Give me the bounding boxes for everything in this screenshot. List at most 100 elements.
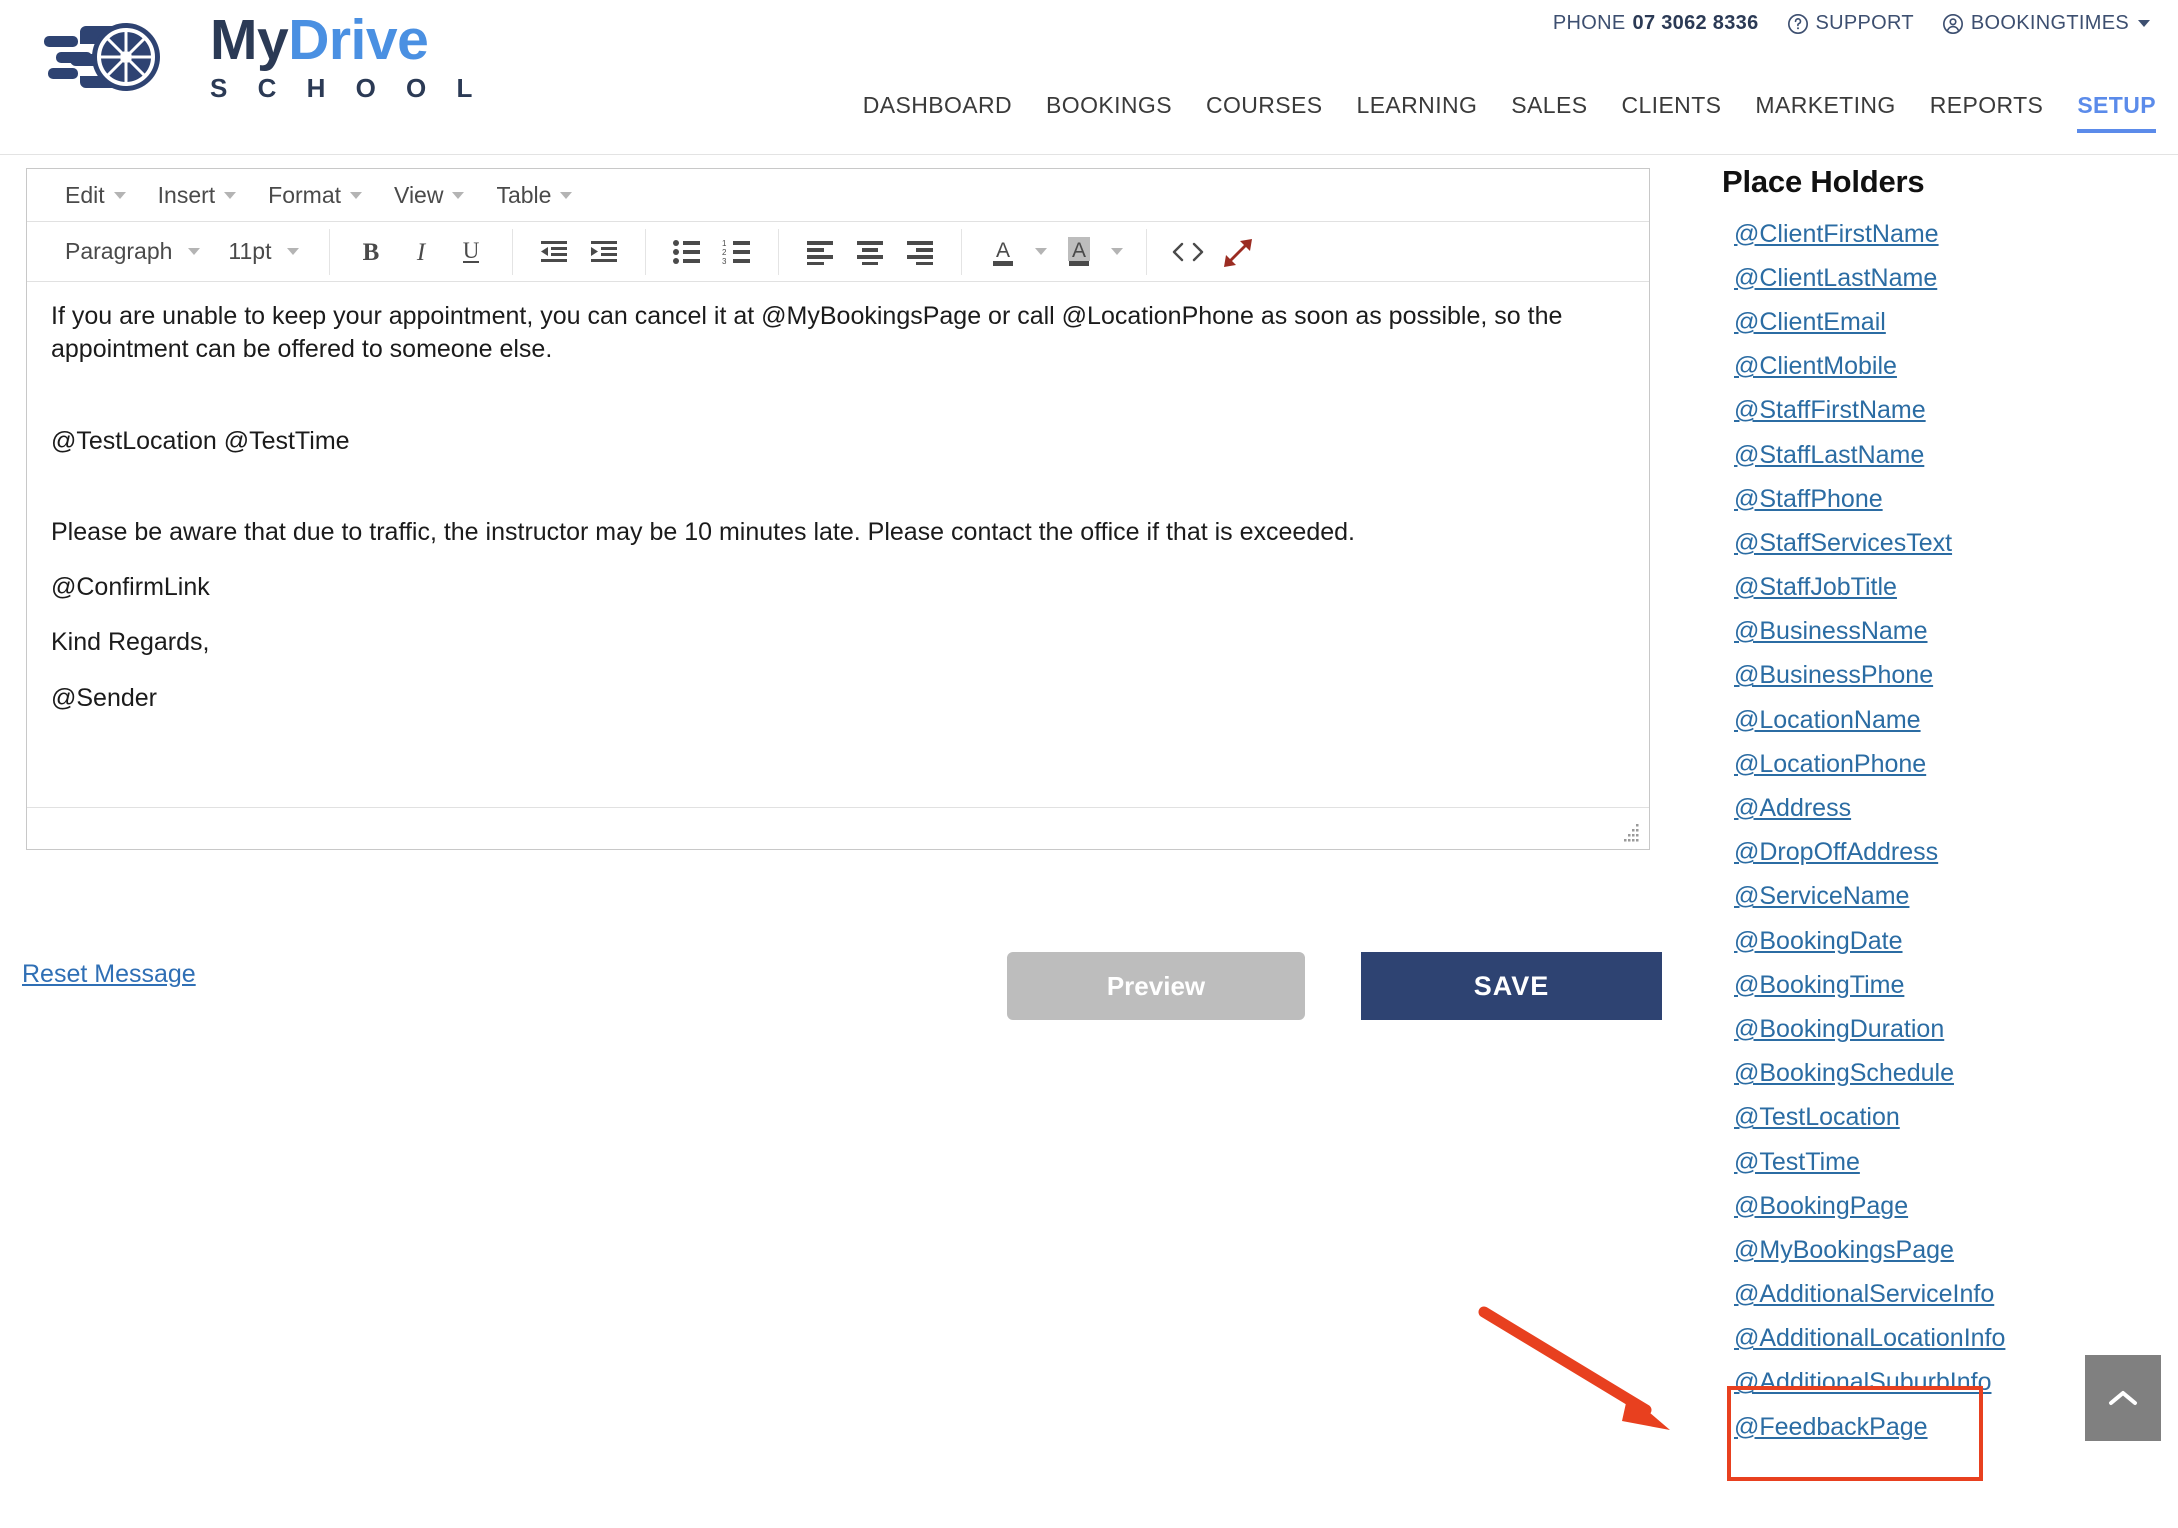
save-button[interactable]: SAVE xyxy=(1361,952,1662,1020)
underline-icon: U xyxy=(463,238,480,263)
svg-text:2: 2 xyxy=(722,248,727,257)
menu-edit[interactable]: Edit xyxy=(49,175,142,215)
menu-format-label: Format xyxy=(268,181,342,208)
bullet-list-button[interactable] xyxy=(662,229,712,275)
support-link[interactable]: SUPPORT xyxy=(1787,12,1914,35)
block-format-select[interactable]: Paragraph xyxy=(51,230,214,274)
menu-edit-label: Edit xyxy=(65,181,105,208)
phone-label: PHONE xyxy=(1552,12,1626,34)
placeholder-item[interactable]: @StaffJobTitle xyxy=(1722,566,2172,610)
editor-blank-line xyxy=(51,549,1625,571)
format-selects-group: Paragraph 11pt xyxy=(41,229,323,275)
align-right-button[interactable] xyxy=(895,229,945,275)
placeholder-item[interactable]: @TestTime xyxy=(1722,1140,2172,1184)
align-right-icon xyxy=(907,240,934,265)
fullscreen-button[interactable] xyxy=(1213,229,1263,275)
logo-title: MyDrive xyxy=(210,11,484,69)
placeholder-item[interactable]: @LocationName xyxy=(1722,698,2172,742)
chevron-down-icon xyxy=(1111,248,1124,255)
nav-item-bookings[interactable]: BOOKINGS xyxy=(1046,92,1172,133)
font-size-value: 11pt xyxy=(228,238,272,264)
outdent-icon xyxy=(541,240,568,262)
placeholder-item[interactable]: @BusinessPhone xyxy=(1722,654,2172,698)
align-left-button[interactable] xyxy=(795,229,845,275)
italic-button[interactable]: I xyxy=(396,229,446,275)
chevron-down-icon xyxy=(224,191,237,199)
nav-item-learning[interactable]: LEARNING xyxy=(1357,92,1478,133)
align-center-button[interactable] xyxy=(845,229,895,275)
account-label: BOOKINGTIMES xyxy=(1970,12,2129,34)
block-format-value: Paragraph xyxy=(65,238,173,264)
editor-blank-line xyxy=(51,367,1625,425)
placeholder-item[interactable]: @BookingDate xyxy=(1722,919,2172,963)
nav-item-clients[interactable]: CLIENTS xyxy=(1621,92,1721,133)
source-code-button[interactable] xyxy=(1163,229,1213,275)
red-arrow-icon xyxy=(1478,1306,1670,1430)
placeholder-item[interactable]: @TestLocation xyxy=(1722,1096,2172,1140)
nav-item-dashboard[interactable]: DASHBOARD xyxy=(863,92,1012,133)
background-color-dropdown[interactable] xyxy=(1104,229,1130,275)
account-menu[interactable]: BOOKINGTIMES xyxy=(1942,12,2150,35)
scroll-to-top-button[interactable] xyxy=(2085,1355,2161,1441)
preview-button[interactable]: Preview xyxy=(1007,952,1305,1020)
indent-button[interactable] xyxy=(579,229,629,275)
placeholder-item[interactable]: @StaffLastName xyxy=(1722,433,2172,477)
placeholder-item[interactable]: @ClientFirstName xyxy=(1722,212,2172,256)
menu-table[interactable]: Table xyxy=(480,175,588,215)
question-circle-icon xyxy=(1787,13,1808,34)
svg-text:A: A xyxy=(996,239,1010,262)
reset-message-link[interactable]: Reset Message xyxy=(22,960,196,989)
list-group: 1 2 3 xyxy=(652,229,772,275)
menu-insert[interactable]: Insert xyxy=(142,175,253,215)
text-color-icon: A xyxy=(993,239,1014,266)
bold-button[interactable]: B xyxy=(346,229,396,275)
chevron-down-icon xyxy=(2138,20,2150,27)
user-circle-icon xyxy=(1942,13,1963,34)
nav-item-setup[interactable]: SETUP xyxy=(2077,92,2156,133)
placeholder-item[interactable]: @DropOffAddress xyxy=(1722,831,2172,875)
placeholder-item[interactable]: @ClientLastName xyxy=(1722,256,2172,300)
resize-grip-icon[interactable] xyxy=(1619,821,1641,843)
text-style-group: B I U xyxy=(336,229,506,275)
placeholder-item[interactable]: @ClientMobile xyxy=(1722,345,2172,389)
placeholder-item[interactable]: @BookingPage xyxy=(1722,1184,2172,1228)
page-root: MyDrive S C H O O L PHONE 07 3062 8336 S… xyxy=(0,0,2178,1528)
placeholder-item[interactable]: @ServiceName xyxy=(1722,875,2172,919)
placeholder-item[interactable]: @BookingSchedule xyxy=(1722,1052,2172,1096)
placeholder-item[interactable]: @StaffServicesText xyxy=(1722,521,2172,565)
color-group: A A xyxy=(968,229,1140,275)
logo[interactable]: MyDrive S C H O O L xyxy=(42,10,484,102)
placeholder-item[interactable]: @MyBookingsPage xyxy=(1722,1228,2172,1272)
placeholder-item[interactable]: @BookingDuration xyxy=(1722,1007,2172,1051)
menu-view[interactable]: View xyxy=(378,175,480,215)
placeholder-item[interactable]: @LocationPhone xyxy=(1722,742,2172,786)
nav-item-reports[interactable]: REPORTS xyxy=(1930,92,2044,133)
text-color-button[interactable]: A xyxy=(978,229,1028,275)
svg-text:3: 3 xyxy=(722,257,727,265)
numbered-list-button[interactable]: 1 2 3 xyxy=(712,229,762,275)
rich-text-editor: Edit Insert Format View Table Paragraph … xyxy=(26,168,1650,850)
placeholder-item[interactable]: @BusinessName xyxy=(1722,610,2172,654)
placeholder-item[interactable]: @StaffFirstName xyxy=(1722,389,2172,433)
logo-brand-my: My xyxy=(210,7,289,72)
outdent-button[interactable] xyxy=(529,229,579,275)
font-size-select[interactable]: 11pt xyxy=(214,230,313,274)
underline-button[interactable]: U xyxy=(446,229,496,275)
chevron-down-icon xyxy=(452,191,465,199)
nav-item-sales[interactable]: SALES xyxy=(1511,92,1587,133)
svg-text:A: A xyxy=(1072,239,1086,262)
placeholder-item[interactable]: @ClientEmail xyxy=(1722,300,2172,344)
background-color-button[interactable]: A xyxy=(1054,229,1104,275)
placeholder-item[interactable]: @StaffPhone xyxy=(1722,477,2172,521)
placeholder-item[interactable]: @BookingTime xyxy=(1722,963,2172,1007)
menu-table-label: Table xyxy=(496,181,552,208)
nav-item-marketing[interactable]: MARKETING xyxy=(1755,92,1895,133)
nav-item-courses[interactable]: COURSES xyxy=(1206,92,1323,133)
text-color-dropdown[interactable] xyxy=(1028,229,1054,275)
editor-menubar: Edit Insert Format View Table xyxy=(27,169,1649,222)
editor-toolbar: Paragraph 11pt B I U 1 2 3 A A xyxy=(27,222,1649,282)
menu-format[interactable]: Format xyxy=(252,175,378,215)
editor-content-area[interactable]: If you are unable to keep your appointme… xyxy=(27,282,1649,807)
placeholder-item[interactable]: @Address xyxy=(1722,786,2172,830)
placeholder-item[interactable]: @AdditionalServiceInfo xyxy=(1722,1273,2172,1317)
